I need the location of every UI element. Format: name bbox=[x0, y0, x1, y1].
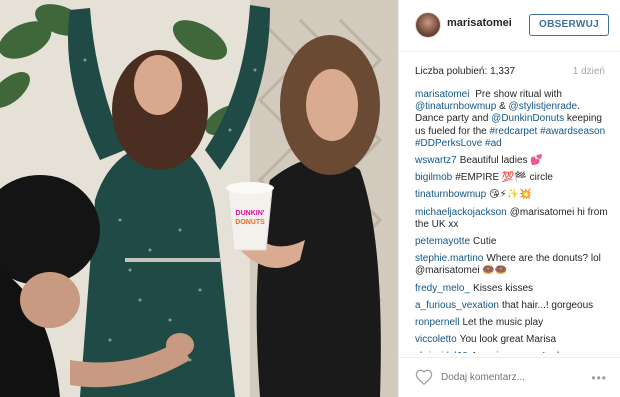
likes-number: 1,337 bbox=[490, 66, 516, 77]
comment-text: Let the music play bbox=[462, 317, 544, 329]
comment-item: fredy_melo_ Kisses kisses bbox=[415, 283, 609, 295]
comment-user[interactable]: wswartz7 bbox=[415, 155, 457, 166]
comment-item: tinaturnbowmup 😘⚡✨💥 bbox=[415, 189, 609, 201]
comment-user[interactable]: a_furious_vexation bbox=[415, 300, 499, 311]
comment-input[interactable] bbox=[441, 370, 571, 384]
post-sidebar: marisatomei OBSERWUJ Liczba polubień: 1,… bbox=[398, 0, 620, 397]
caption-tag[interactable]: @tinaturnbowmup bbox=[415, 101, 496, 112]
comment-text: Amazing young Lady. bbox=[471, 351, 566, 353]
caption-tag[interactable]: #DDPerksLove bbox=[415, 138, 482, 149]
comment-user[interactable]: tinaturnbowmup bbox=[415, 189, 486, 200]
comment-item: petemayotte Cutie bbox=[415, 236, 609, 248]
comment-item: bigilmob #EMPIRE 💯🏁 circle bbox=[415, 172, 609, 184]
post-photo[interactable]: DUNKIN' DONUTS bbox=[0, 0, 398, 397]
caption-text: & bbox=[496, 101, 509, 113]
likes-label: Liczba polubień: bbox=[415, 66, 488, 77]
caption-tag[interactable]: @DunkinDonuts bbox=[491, 113, 564, 124]
comment-item: ronpernell Let the music play bbox=[415, 317, 609, 329]
comment-text: Kisses kisses bbox=[473, 282, 534, 294]
cup-brand-line2: DONUTS bbox=[235, 219, 265, 226]
cup-brand-line1: DUNKIN' bbox=[236, 210, 265, 217]
avatar[interactable] bbox=[415, 12, 441, 38]
comment-text: that hair...! gorgeous bbox=[501, 299, 594, 311]
comment-list: marisatomei Pre show ritual with @tinatu… bbox=[415, 89, 609, 353]
comment-user[interactable]: marisatomei bbox=[415, 89, 469, 100]
comment-text: Cutie bbox=[473, 236, 497, 248]
comment-text: 😘⚡✨💥 bbox=[489, 189, 532, 201]
photo-illustration: DUNKIN' DONUTS bbox=[0, 0, 398, 397]
caption-tag[interactable]: #redcarpet bbox=[490, 126, 538, 137]
post-stats: Liczba polubień: 1,337 1 dzień bbox=[415, 66, 605, 80]
comment-user[interactable]: stephie.martino bbox=[415, 253, 483, 264]
comment-item: wswartz7 Beautiful ladies 💕 bbox=[415, 155, 609, 167]
caption-text: Pre show ritual with bbox=[475, 89, 562, 100]
comment-text: You look great Marisa bbox=[459, 334, 557, 346]
post-footer: ••• bbox=[399, 357, 620, 397]
post-caption: marisatomei Pre show ritual with @tinatu… bbox=[415, 89, 609, 150]
more-options-icon[interactable]: ••• bbox=[591, 371, 607, 385]
comment-user[interactable]: chrisvidal68 bbox=[415, 351, 468, 353]
comment-user[interactable]: michaeljackojackson bbox=[415, 207, 507, 218]
comment-text: Beautiful ladies 💕 bbox=[459, 155, 543, 167]
comment-item: chrisvidal68Amazing young Lady. bbox=[415, 351, 609, 353]
post-time[interactable]: 1 dzień bbox=[573, 66, 605, 77]
caption-tag[interactable]: #ad bbox=[485, 138, 502, 149]
likes-count[interactable]: Liczba polubień: 1,337 bbox=[415, 66, 515, 77]
comment-item: michaeljackojackson @marisatomei hi from … bbox=[415, 207, 609, 231]
caption-tag[interactable]: @stylistjenrade bbox=[509, 101, 578, 112]
comment-item: stephie.martino Where are the donuts? lol… bbox=[415, 253, 609, 277]
post-header: marisatomei OBSERWUJ bbox=[399, 0, 620, 52]
comment-user[interactable]: bigilmob bbox=[415, 172, 452, 183]
comment-user[interactable]: petemayotte bbox=[415, 236, 470, 247]
comment-user[interactable]: fredy_melo_ bbox=[415, 283, 470, 294]
comment-item: viccoletto You look great Marisa bbox=[415, 334, 609, 346]
comment-user[interactable]: ronpernell bbox=[415, 317, 459, 328]
post-username[interactable]: marisatomei bbox=[447, 17, 512, 29]
comment-user[interactable]: viccoletto bbox=[415, 334, 457, 345]
follow-button[interactable]: OBSERWUJ bbox=[528, 14, 609, 36]
heart-icon[interactable] bbox=[415, 369, 433, 385]
caption-tag[interactable]: #awardseason bbox=[540, 126, 605, 137]
comment-text: #EMPIRE 💯🏁 circle bbox=[455, 172, 553, 184]
comment-item: a_furious_vexation that hair...! gorgeous bbox=[415, 300, 609, 312]
